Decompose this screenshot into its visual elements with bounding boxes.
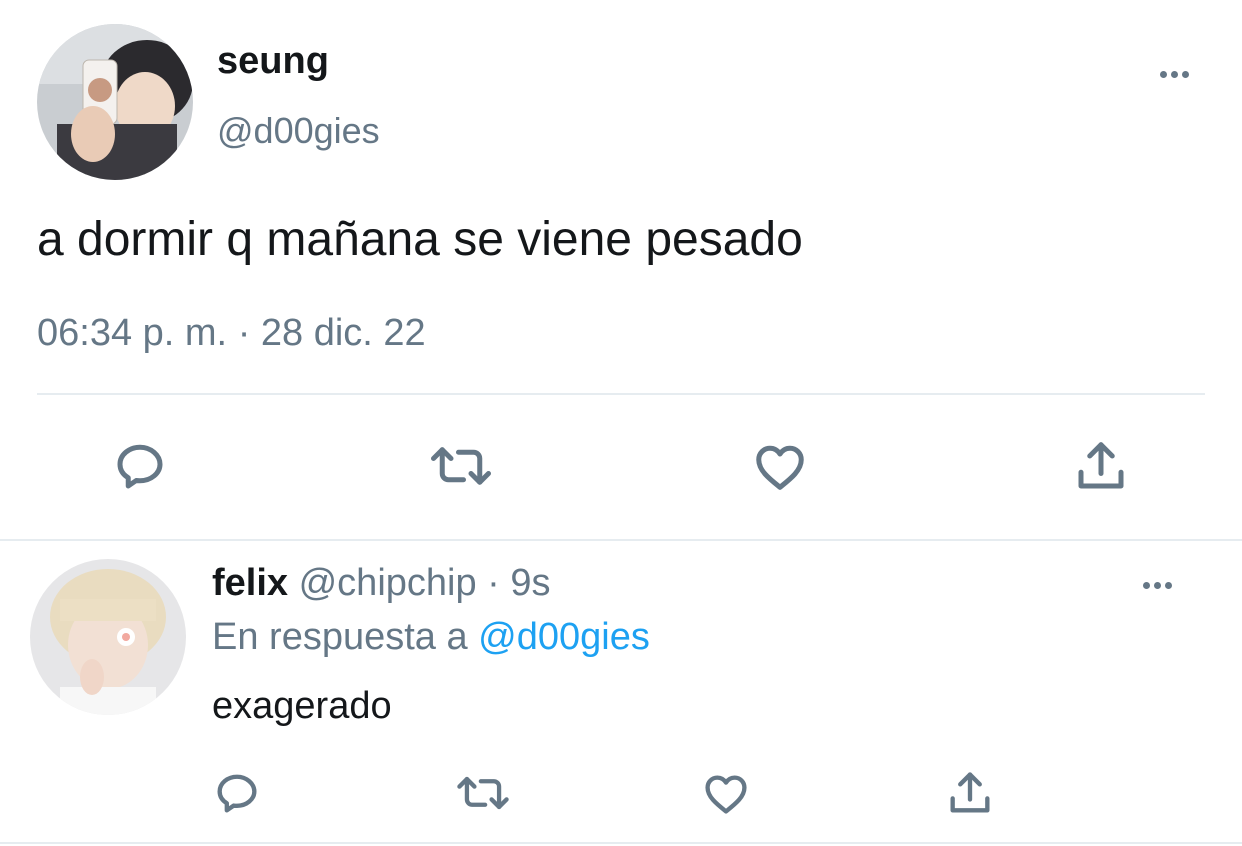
reply-age[interactable]: 9s	[510, 562, 550, 604]
replying-to-line: En respuesta a @d00gies	[212, 616, 650, 659]
author-avatar[interactable]	[37, 24, 193, 180]
reply-reply-icon[interactable]	[211, 767, 263, 819]
retweet-icon[interactable]	[426, 436, 496, 496]
more-options-icon[interactable]	[1160, 71, 1189, 78]
tweet-timestamp[interactable]: 06:34 p. m. · 28 dic. 22	[37, 312, 426, 355]
replying-to-handle[interactable]: @d00gies	[478, 616, 650, 658]
reply-header: felix @chipchip · 9s	[212, 562, 551, 605]
reply-avatar-photo	[30, 559, 186, 715]
timestamp-separator: ·	[237, 312, 251, 354]
tweet-divider	[37, 393, 1205, 395]
reply-author-avatar[interactable]	[30, 559, 186, 715]
like-icon[interactable]	[750, 436, 810, 496]
reply-handle[interactable]: @chipchip	[299, 562, 477, 604]
tweet-text: a dormir q mañana se viene pesado	[37, 213, 803, 266]
share-icon[interactable]	[1071, 436, 1131, 496]
reply-more-options-icon[interactable]	[1143, 582, 1172, 589]
reply-text: exagerado	[212, 685, 392, 727]
reply-retweet-icon[interactable]	[453, 767, 513, 819]
bottom-divider	[0, 842, 1242, 844]
reply-icon[interactable]	[110, 436, 170, 496]
author-display-name[interactable]: seung	[217, 40, 329, 83]
reply-separator: ·	[487, 562, 500, 604]
replying-to-prefix: En respuesta a	[212, 616, 468, 658]
reply-display-name[interactable]: felix	[212, 562, 288, 604]
author-handle[interactable]: @d00gies	[217, 110, 380, 152]
reply-share-icon[interactable]	[944, 767, 996, 819]
author-avatar-photo	[37, 24, 193, 180]
tweet-date: 28 dic. 22	[260, 312, 426, 354]
tweet-time: 06:34 p. m.	[37, 312, 228, 354]
reply-like-icon[interactable]	[700, 767, 752, 819]
section-divider	[0, 539, 1242, 541]
